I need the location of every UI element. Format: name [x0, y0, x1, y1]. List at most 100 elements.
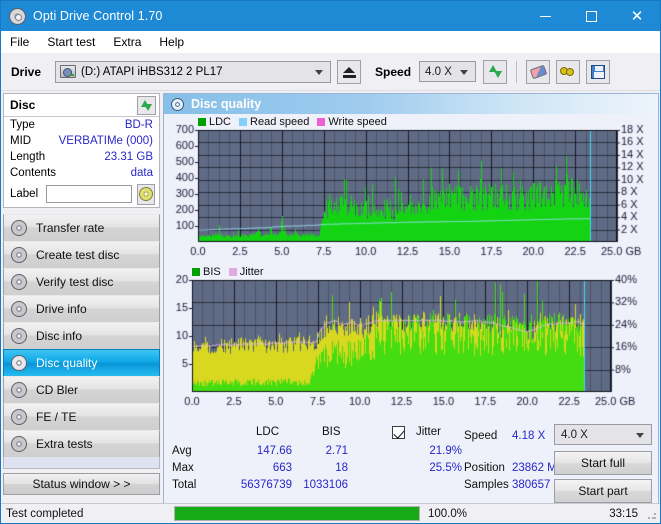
save-button[interactable] — [586, 60, 610, 84]
disc-icon — [11, 382, 27, 398]
legend-label-write-speed: Write speed — [328, 116, 387, 128]
refresh-arrows-icon — [140, 99, 153, 112]
disc-key-contents: Contents — [10, 167, 56, 179]
speed-result-value: 4.18 X — [512, 430, 545, 442]
refresh-arrows-icon — [488, 64, 503, 79]
status-bar: Test completed 100.0% 33:15 — [1, 503, 660, 523]
sidebar-item-label: Disc info — [36, 329, 82, 343]
sidebar-item-label: FE / TE — [36, 410, 76, 424]
disc-icon — [11, 328, 27, 344]
close-button[interactable]: ✕ — [614, 1, 660, 31]
sidebar-item-disc-quality[interactable]: Disc quality — [3, 349, 160, 377]
sidebar-item-transfer-rate[interactable]: Transfer rate — [3, 214, 160, 242]
stats-avg-jitter: 21.9% — [394, 445, 462, 457]
menu-item-extra[interactable]: Extra — [113, 35, 141, 49]
stats-header-jitter: Jitter — [416, 426, 441, 438]
menu-item-start-test[interactable]: Start test — [47, 35, 95, 49]
stats-max-bis: 18 — [296, 462, 348, 474]
disc-value-type: BD-R — [125, 119, 153, 131]
sidebar-item-label: Disc quality — [36, 356, 97, 370]
status-window-button[interactable]: Status window > > — [3, 473, 160, 495]
drive-icon — [60, 65, 76, 78]
disc-label-button[interactable] — [137, 184, 155, 205]
maximize-button[interactable] — [568, 1, 614, 31]
cd-disc-icon — [139, 187, 153, 201]
disc-value-mid: VERBATIMe (000) — [59, 135, 153, 147]
top-chart: LDC Read speed Write speed — [164, 114, 658, 264]
disc-value-contents: data — [131, 167, 153, 179]
eject-button[interactable] — [337, 60, 361, 84]
disc-row-type: Type BD-R — [4, 117, 159, 133]
disc-row-length: Length 23.31 GB — [4, 149, 159, 165]
disc-label-input[interactable] — [46, 185, 132, 203]
elapsed-time: 33:15 — [609, 508, 638, 520]
stats-avg-bis: 2.71 — [296, 445, 348, 457]
sidebar-item-cd-bler[interactable]: CD Bler — [3, 376, 160, 404]
drive-select-value: (D:) ATAPI iHBS312 2 PL17 — [81, 66, 222, 78]
disc-quality-icon — [171, 98, 184, 111]
jitter-checkbox[interactable] — [392, 426, 405, 439]
application-window: Opti Drive Control 1.70 ✕ File Start tes… — [0, 0, 661, 524]
disc-info-panel: Disc Type BD-R MID VERBATIMe (000) Lengt… — [3, 93, 160, 208]
legend-swatch-ldc — [198, 118, 206, 126]
sidebar-item-label: Drive info — [36, 302, 87, 316]
chevron-down-icon — [315, 70, 323, 75]
speed-select[interactable]: 4.0 X — [419, 61, 476, 82]
sidebar-item-label: CD Bler — [36, 383, 78, 397]
minimize-button[interactable] — [522, 1, 568, 31]
speed-select-value: 4.0 X — [425, 66, 452, 78]
disc-key-length: Length — [10, 151, 45, 163]
sidebar-spacer — [3, 457, 160, 469]
speed-label: Speed — [375, 65, 411, 79]
sidebar-item-create-test-disc[interactable]: Create test disc — [3, 241, 160, 269]
sidebar-item-label: Verify test disc — [36, 275, 113, 289]
close-icon: ✕ — [631, 9, 644, 24]
disc-icon — [11, 355, 27, 371]
disc-icon — [11, 220, 27, 236]
speed-result-label: Speed — [464, 430, 497, 442]
chevron-down-icon — [636, 433, 644, 438]
status-text: Test completed — [6, 508, 174, 520]
keys-icon — [560, 65, 576, 78]
stats-header-ldc: LDC — [256, 426, 279, 438]
sidebar-item-drive-info[interactable]: Drive info — [3, 295, 160, 323]
start-full-label: Start full — [581, 456, 625, 470]
legend-label-bis: BIS — [203, 266, 221, 278]
speed-select-secondary[interactable]: 4.0 X — [554, 424, 652, 445]
sidebar-item-verify-test-disc[interactable]: Verify test disc — [3, 268, 160, 296]
stats-row-label-avg: Avg — [172, 445, 192, 457]
resize-grip-icon[interactable] — [647, 510, 657, 520]
bottom-chart: BIS Jitter — [164, 264, 658, 414]
disc-icon — [11, 436, 27, 452]
disc-panel-title: Disc — [10, 98, 35, 112]
progress-bar-fill — [175, 507, 419, 520]
left-sidebar: Disc Type BD-R MID VERBATIMe (000) Lengt… — [3, 93, 160, 505]
bottom-chart-legend: BIS Jitter — [192, 266, 272, 278]
bottom-chart-canvas — [164, 264, 658, 414]
statistics-panel: LDC BIS Jitter Avg 147.66 2.71 21.9% Max… — [164, 424, 658, 504]
menu-item-help[interactable]: Help — [159, 35, 184, 49]
disc-quality-header: Disc quality — [164, 94, 658, 114]
start-full-button[interactable]: Start full — [554, 451, 652, 475]
disc-quality-panel: Disc quality LDC Read speed Write speed … — [163, 93, 659, 505]
stats-max-jitter: 25.5% — [394, 462, 462, 474]
erase-button[interactable] — [526, 60, 550, 84]
sidebar-item-disc-info[interactable]: Disc info — [3, 322, 160, 350]
keys-button[interactable] — [556, 60, 580, 84]
sidebar-item-extra-tests[interactable]: Extra tests — [3, 430, 160, 458]
sidebar-item-label: Transfer rate — [36, 221, 104, 235]
disc-value-length: 23.31 GB — [104, 151, 153, 163]
drive-select[interactable]: (D:) ATAPI iHBS312 2 PL17 — [55, 61, 331, 83]
position-label: Position — [464, 462, 505, 474]
disc-refresh-button[interactable] — [137, 96, 156, 115]
sidebar-item-fe-te[interactable]: FE / TE — [3, 403, 160, 431]
refresh-button[interactable] — [483, 60, 507, 84]
progress-percent: 100.0% — [428, 508, 578, 520]
start-part-button[interactable]: Start part — [554, 479, 652, 503]
eraser-icon — [529, 64, 547, 79]
legend-label-jitter: Jitter — [240, 266, 264, 278]
stats-avg-ldc: 147.66 — [224, 445, 292, 457]
stats-header-bis: BIS — [322, 426, 341, 438]
stats-max-ldc: 663 — [224, 462, 292, 474]
menu-item-file[interactable]: File — [10, 35, 29, 49]
